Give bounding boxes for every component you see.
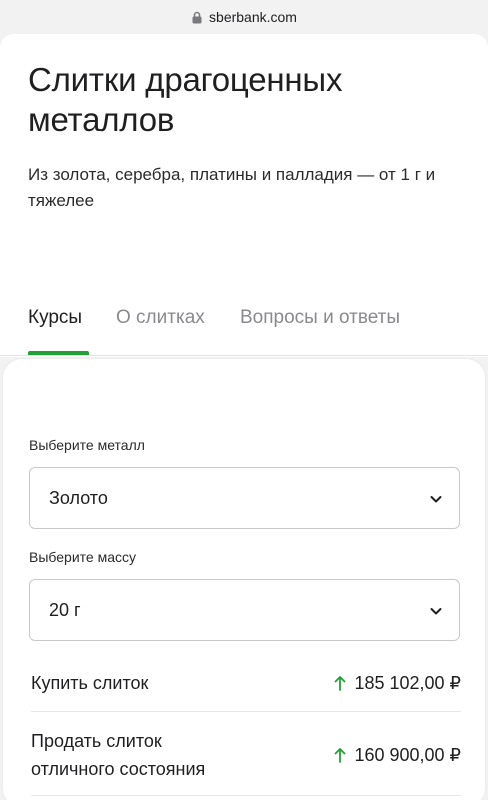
metal-select[interactable]: Золото bbox=[29, 467, 460, 529]
sell-rate-label: Продать слиток отличного состояния bbox=[31, 731, 206, 779]
tab-bar: Курсы О слитках Вопросы и ответы bbox=[0, 304, 488, 356]
mass-select[interactable]: 20 г bbox=[29, 579, 460, 641]
buy-rate-value: 185 102,00 ₽ bbox=[354, 673, 461, 693]
mass-select-label: Выберите массу bbox=[29, 549, 136, 565]
chevron-down-icon bbox=[430, 608, 442, 615]
active-tab-indicator bbox=[28, 351, 89, 355]
lock-icon bbox=[192, 11, 202, 23]
browser-address-bar[interactable]: sberbank.com bbox=[0, 0, 488, 34]
page-subtitle: Из золота, серебра, платины и палладия —… bbox=[28, 165, 436, 210]
tab-rates[interactable]: Курсы bbox=[28, 304, 82, 332]
hero-section: Слитки драгоценных металлов Из золота, с… bbox=[0, 34, 488, 214]
buy-rate-value-wrap: 185 102,00 ₽ bbox=[334, 669, 461, 697]
buy-rate-row: Купить слиток 185 102,00 ₽ bbox=[31, 669, 461, 697]
rates-card: Выберите металл Золото Выберите массу 20… bbox=[2, 358, 486, 800]
metal-select-label: Выберите металл bbox=[29, 437, 145, 453]
page-title: Слитки драгоценных металлов bbox=[28, 61, 343, 138]
sell-rate-value: 160 900,00 ₽ bbox=[354, 745, 461, 765]
rates-divider bbox=[31, 795, 461, 796]
metal-select-value: Золото bbox=[49, 487, 108, 508]
rates-divider bbox=[31, 711, 461, 712]
sell-rate-value-wrap: 160 900,00 ₽ bbox=[334, 741, 461, 769]
buy-rate-label: Купить слиток bbox=[31, 673, 149, 693]
tab-about-bars[interactable]: О слитках bbox=[116, 304, 205, 332]
tab-faq[interactable]: Вопросы и ответы bbox=[240, 304, 400, 332]
mass-select-value: 20 г bbox=[49, 599, 81, 620]
arrow-up-icon bbox=[335, 748, 346, 763]
browser-url: sberbank.com bbox=[209, 9, 297, 25]
arrow-up-icon bbox=[335, 676, 346, 691]
sell-rate-row: Продать слиток отличного состояния 160 9… bbox=[31, 727, 461, 783]
chevron-down-icon bbox=[430, 496, 442, 503]
